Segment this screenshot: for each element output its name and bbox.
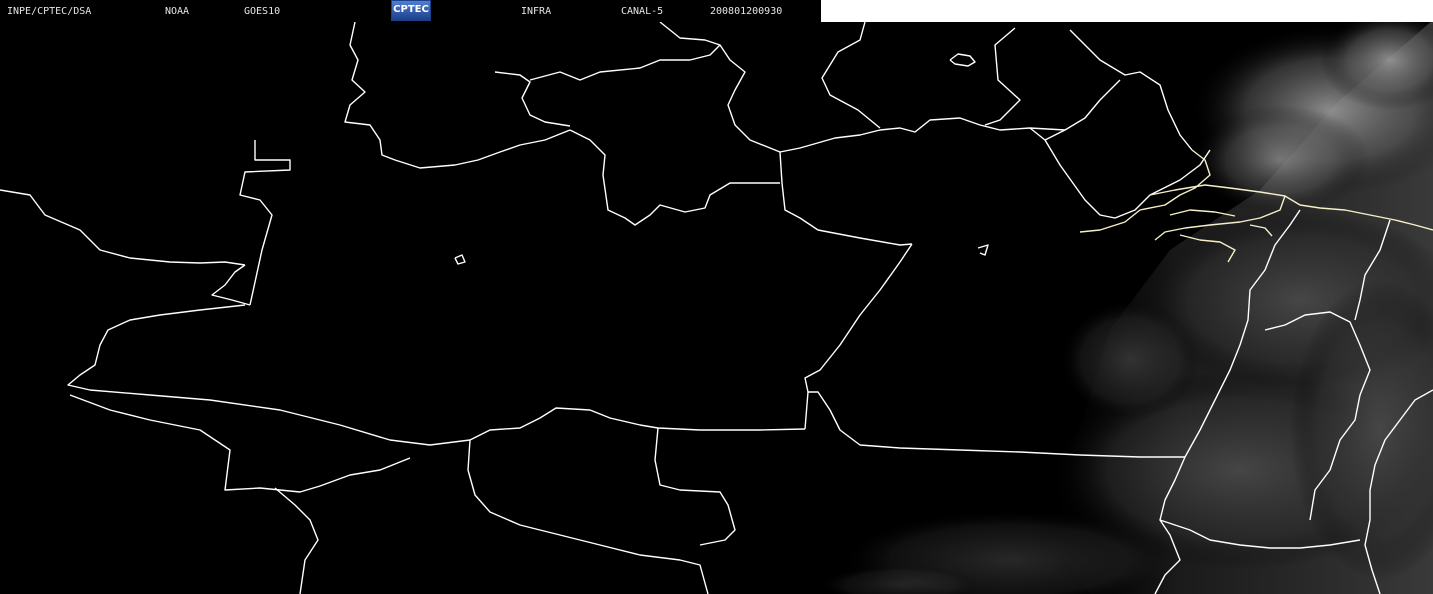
cloud-cover — [820, 10, 1433, 594]
satellite-label: GOES10 — [244, 6, 281, 17]
cptec-logo: CPTEC — [391, 0, 431, 21]
agency-label: NOAA — [165, 6, 190, 17]
satellite-map — [0, 10, 1433, 594]
cptec-logo-text: CPTEC — [393, 4, 429, 15]
timestamp-label: 200801200930 — [710, 6, 783, 17]
institution-label: INPE/CPTEC/DSA — [7, 6, 92, 17]
satellite-image-viewer: INPE/CPTEC/DSA NOAA GOES10 CPTEC INFRA C… — [0, 0, 1433, 594]
channel-label: CANAL-5 — [621, 6, 664, 17]
header-blank-area — [821, 0, 1433, 22]
band-label: INFRA — [521, 6, 552, 17]
